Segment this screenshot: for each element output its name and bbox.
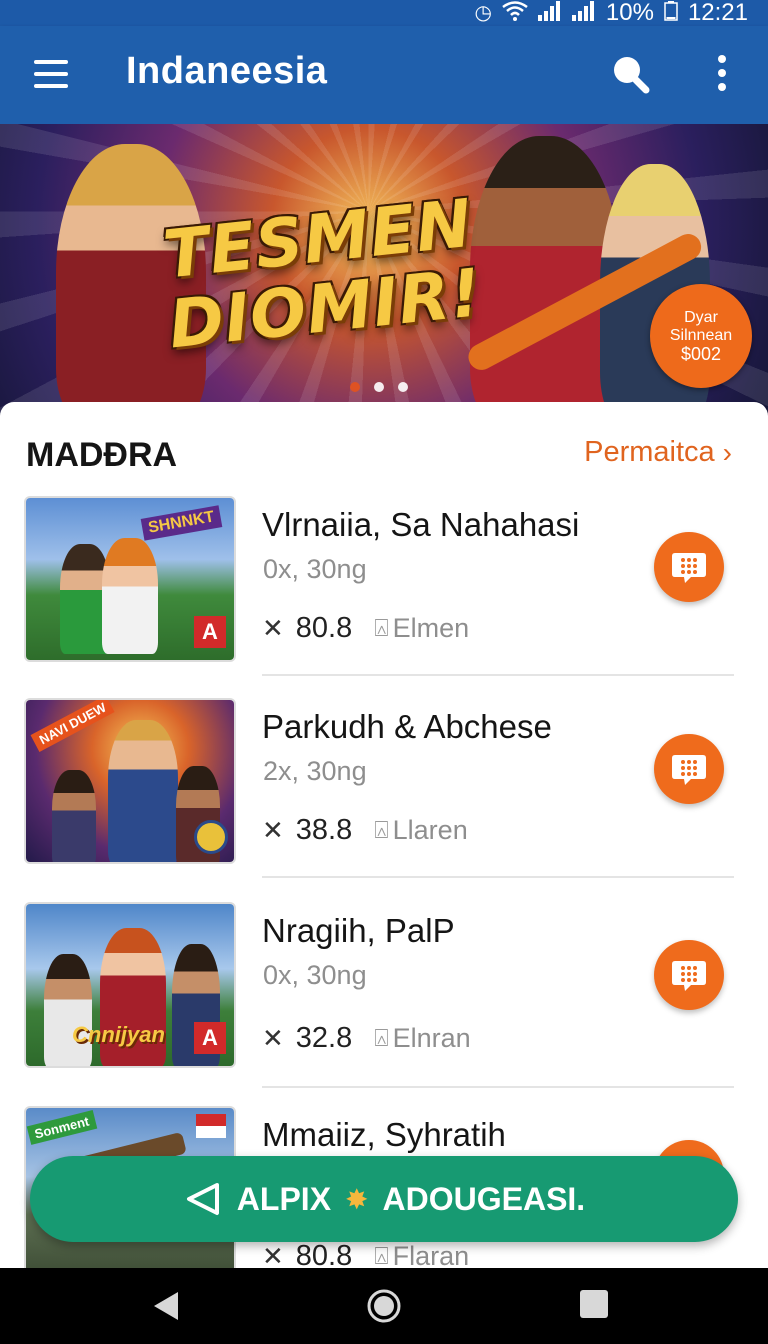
see-all-link[interactable]: Permaitca › <box>584 436 732 469</box>
chat-bubble-icon <box>672 961 706 991</box>
cta-label: ALPIX <box>236 1180 332 1217</box>
list-item[interactable]: Cnnijyan A Nragiih, PalP 0x, 30ng ✕ 32.8… <box>0 900 768 1100</box>
search-icon <box>614 57 650 94</box>
item-stats: ✕ 80.8 ⍓ Elmen <box>262 612 469 645</box>
chevron-right-icon: › <box>722 436 732 468</box>
promo-banner[interactable]: TESMEN DIOMIR! Dyar Silnnean $002 <box>0 124 768 416</box>
spark-icon: ✸ <box>345 1183 369 1215</box>
location-pin-icon: ⍓ <box>374 1024 389 1052</box>
thumbnail-tag: Cnnijyan <box>72 1022 165 1047</box>
banner-character-center <box>470 136 620 416</box>
thumbnail-figure <box>102 538 158 654</box>
item-meta: 2x, 30ng <box>263 756 367 786</box>
item-divider <box>262 1086 734 1088</box>
item-rating: 80.8 <box>295 612 353 644</box>
item-meta: 0x, 30ng <box>263 960 367 990</box>
crossed-tools-icon: ✕ <box>262 815 284 845</box>
chat-bubble-icon <box>672 553 706 583</box>
item-stats: ✕ 32.8 ⍓ Elnran <box>262 1022 471 1055</box>
location-pin-icon: ⍓ <box>374 614 389 642</box>
app-title: Indaneesia <box>126 50 328 92</box>
clock: 12:21 <box>687 0 748 26</box>
chat-button[interactable] <box>654 734 724 804</box>
item-meta: 0x, 30ng <box>263 554 367 584</box>
pagination-dot-1[interactable] <box>350 382 360 392</box>
status-bar: ◷ 10% 12:21 <box>0 0 768 26</box>
back-button[interactable] <box>148 1288 184 1329</box>
badge-line2: Silnnean <box>669 327 733 344</box>
item-thumbnail: SHNNKT A <box>24 496 236 662</box>
item-thumbnail: Cnnijyan A <box>24 902 236 1068</box>
item-name: Mmaiiz, Syhratih <box>262 1116 506 1153</box>
wifi-icon <box>502 1 528 25</box>
item-location: Llaren <box>392 815 468 845</box>
item-rating: 38.8 <box>295 814 353 846</box>
pagination-dot-2[interactable] <box>374 382 384 392</box>
app-bar: Indaneesia <box>0 26 768 124</box>
search-button[interactable] <box>608 50 652 96</box>
crossed-tools-icon: ✕ <box>262 613 284 643</box>
item-name: Nragiih, PalP <box>262 912 455 949</box>
chat-button[interactable] <box>654 940 724 1010</box>
signal-icon <box>537 1 562 25</box>
item-divider <box>262 674 734 676</box>
crossed-tools-icon: ✕ <box>262 1023 284 1053</box>
system-nav-bar <box>0 1268 768 1344</box>
battery-percent: 10% <box>605 0 654 26</box>
item-stats: ✕ 38.8 ⍓ Llaren <box>262 814 468 847</box>
chat-button[interactable] <box>654 532 724 602</box>
see-all-label: Permaitca <box>584 436 715 468</box>
thumbnail-figure <box>44 954 92 1066</box>
battery-icon <box>664 1 678 25</box>
item-location: Elnran <box>392 1023 471 1053</box>
item-name: Vlrnaiia, Sa Nahahasi <box>262 506 580 543</box>
pagination-dot-3[interactable] <box>398 382 408 392</box>
badge-line1: Dyar <box>684 309 718 326</box>
location-pin-icon: ⍓ <box>374 1242 389 1270</box>
more-options-button[interactable] <box>704 50 740 96</box>
thumbnail-figure <box>108 720 178 862</box>
app-screen: ◷ 10% 12:21 Indaneesia TESMEN DIOMIR! Dy… <box>0 0 768 1344</box>
banner-headline: TESMEN DIOMIR! <box>155 185 488 364</box>
banner-price-badge[interactable]: Dyar Silnnean $002 <box>650 284 752 388</box>
nav-recents-icon <box>580 1290 608 1318</box>
item-divider <box>262 876 734 878</box>
cta-button[interactable]: ALPIX ✸ ADOUGEASI. <box>30 1156 738 1242</box>
thumbnail-coin-icon <box>194 820 228 854</box>
nav-back-icon <box>154 1292 178 1320</box>
cta-label-2: ADOUGEASI. <box>382 1180 586 1217</box>
more-vert-icon <box>718 55 726 91</box>
home-button[interactable] <box>366 1288 402 1329</box>
banner-pagination <box>350 382 408 392</box>
thumbnail-flag <box>196 1114 226 1138</box>
list-item[interactable]: SHNNKT A Vlrnaiia, Sa Nahahasi 0x, 30ng … <box>0 494 768 694</box>
section-title: MADÐRA <box>26 436 178 474</box>
nav-home-icon <box>367 1289 401 1323</box>
menu-button[interactable] <box>28 54 72 94</box>
recents-button[interactable] <box>578 1288 610 1325</box>
chat-bubble-icon <box>672 755 706 785</box>
thumbnail-badge: A <box>194 1022 226 1054</box>
item-name: Parkudh & Abchese <box>262 708 552 745</box>
list-item[interactable]: NAVI DUEW Parkudh & Abchese 2x, 30ng ✕ 3… <box>0 696 768 896</box>
send-icon <box>186 1183 219 1215</box>
location-pin-icon: ⍓ <box>374 816 389 844</box>
alarm-icon: ◷ <box>474 2 492 24</box>
signal-icon-2 <box>571 1 596 25</box>
thumbnail-figure <box>52 770 96 862</box>
thumbnail-badge: A <box>194 616 226 648</box>
content-sheet: MADÐRA Permaitca › SHNNKT A Vlrnaiia, Sa… <box>0 402 768 1282</box>
item-rating: 32.8 <box>295 1022 353 1054</box>
badge-price: $002 <box>680 344 722 364</box>
item-location: Elmen <box>392 613 470 643</box>
item-thumbnail: NAVI DUEW <box>24 698 236 864</box>
